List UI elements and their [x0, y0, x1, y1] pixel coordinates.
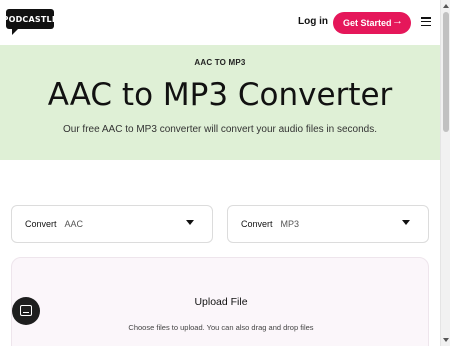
- arrow-right-icon: →: [392, 15, 403, 27]
- login-link[interactable]: Log in: [298, 16, 328, 27]
- page-title: AAC to MP3 Converter: [47, 77, 393, 113]
- hero-section: AAC TO MP3 AAC to MP3 Converter Our free…: [0, 45, 440, 160]
- scroll-down-icon[interactable]: [443, 338, 449, 342]
- upload-title: Upload File: [194, 296, 248, 308]
- podcastle-logo[interactable]: PODCASTLE: [3, 9, 57, 36]
- site-header: PODCASTLE Log in Get Started →: [0, 0, 440, 45]
- chat-button[interactable]: [12, 297, 40, 325]
- convert-to-select[interactable]: Convert MP3: [227, 205, 429, 243]
- logo-speech-tail: [12, 28, 19, 35]
- hamburger-menu-icon[interactable]: [421, 17, 431, 27]
- logo-wordmark: PODCASTLE: [3, 9, 57, 29]
- get-started-label: Get Started: [343, 18, 392, 28]
- caret-down-icon: [186, 220, 194, 225]
- convert-from-label: Convert: [25, 219, 57, 229]
- scrollbar-thumb[interactable]: [443, 12, 449, 132]
- upload-description: Choose files to upload. You can also dra…: [128, 323, 314, 332]
- caret-down-icon: [402, 220, 410, 225]
- chat-icon: [20, 305, 32, 316]
- scroll-up-icon[interactable]: [443, 4, 449, 8]
- convert-to-label: Convert: [241, 219, 273, 229]
- page-scrollbar[interactable]: [440, 0, 450, 346]
- convert-from-select[interactable]: Convert AAC: [11, 205, 213, 243]
- convert-from-value: AAC: [64, 219, 84, 229]
- get-started-button[interactable]: Get Started →: [333, 12, 411, 34]
- hero-subtitle: Our free AAC to MP3 converter will conve…: [62, 124, 378, 135]
- convert-to-value: MP3: [280, 219, 300, 229]
- hero-kicker: AAC TO MP3: [194, 58, 246, 67]
- upload-dropzone[interactable]: Upload File Choose files to upload. You …: [11, 257, 429, 346]
